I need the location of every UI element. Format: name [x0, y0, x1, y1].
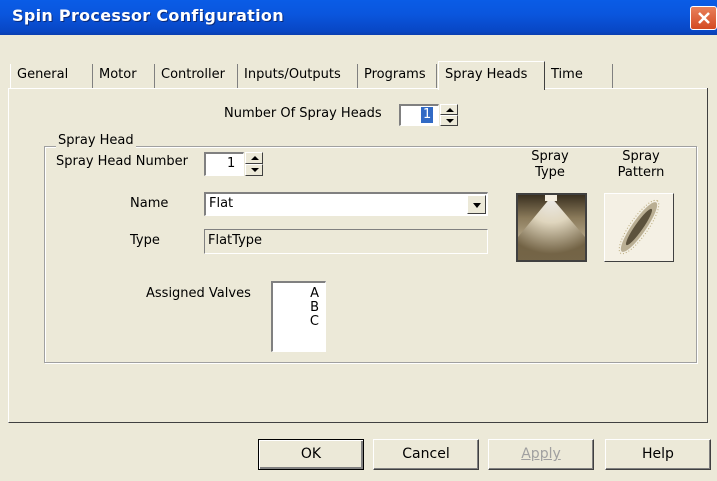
tab-spray-heads[interactable]: Spray Heads [438, 61, 545, 90]
tab-time[interactable]: Time [545, 64, 613, 88]
spray-head-number-label: Spray Head Number [56, 154, 188, 169]
close-icon [698, 12, 710, 24]
spray-head-number-input[interactable]: 1 [204, 152, 244, 176]
type-label: Type [130, 233, 160, 248]
tab-inputs-outputs[interactable]: Inputs/Outputs [238, 64, 358, 88]
spin-up-button[interactable] [440, 104, 458, 115]
spray-pattern-image [604, 193, 674, 262]
apply-button[interactable]: Apply [488, 439, 594, 470]
spray-head-group [44, 146, 697, 363]
tab-programs[interactable]: Programs [358, 64, 437, 88]
ok-button[interactable]: OK [258, 439, 364, 470]
spin-up-button[interactable] [245, 152, 263, 164]
list-item[interactable]: A [310, 287, 319, 301]
spray-pattern-label: Spray Pattern [617, 149, 665, 180]
spray-type-label: Spray Type [531, 149, 569, 180]
spray-head-count-value: 1 [421, 107, 434, 123]
chevron-down-icon [473, 203, 481, 208]
tab-motor[interactable]: Motor [93, 64, 155, 88]
assigned-valves-label: Assigned Valves [146, 286, 251, 301]
spray-head-number-spinner[interactable] [245, 152, 263, 176]
list-item[interactable]: B [310, 301, 319, 315]
spray-type-image [516, 193, 587, 262]
list-item[interactable]: C [310, 315, 319, 329]
spray-head-number-value: 1 [227, 156, 236, 171]
help-button[interactable]: Help [605, 439, 711, 470]
name-label: Name [130, 196, 169, 211]
type-field: FlatType [204, 229, 488, 254]
spray-head-count-label: Number Of Spray Heads [224, 106, 382, 121]
spin-down-button[interactable] [245, 164, 263, 176]
spray-head-count-spinner[interactable] [440, 104, 458, 126]
cancel-button[interactable]: Cancel [373, 439, 479, 470]
window-title: Spin Processor Configuration [12, 6, 284, 25]
close-button[interactable] [690, 6, 717, 30]
spray-head-group-label: Spray Head [56, 133, 136, 148]
name-value: Flat [209, 196, 234, 211]
tab-controller[interactable]: Controller [155, 64, 238, 88]
name-combobox[interactable]: Flat [204, 192, 488, 216]
tab-general[interactable]: General [10, 64, 93, 88]
spray-head-count-input[interactable]: 1 [399, 104, 439, 126]
assigned-valves-list[interactable]: A B C [271, 281, 326, 352]
spray-type-icon [518, 195, 585, 260]
spin-down-button[interactable] [440, 115, 458, 126]
name-dropdown-button[interactable] [467, 195, 486, 214]
spray-pattern-icon [618, 199, 660, 255]
